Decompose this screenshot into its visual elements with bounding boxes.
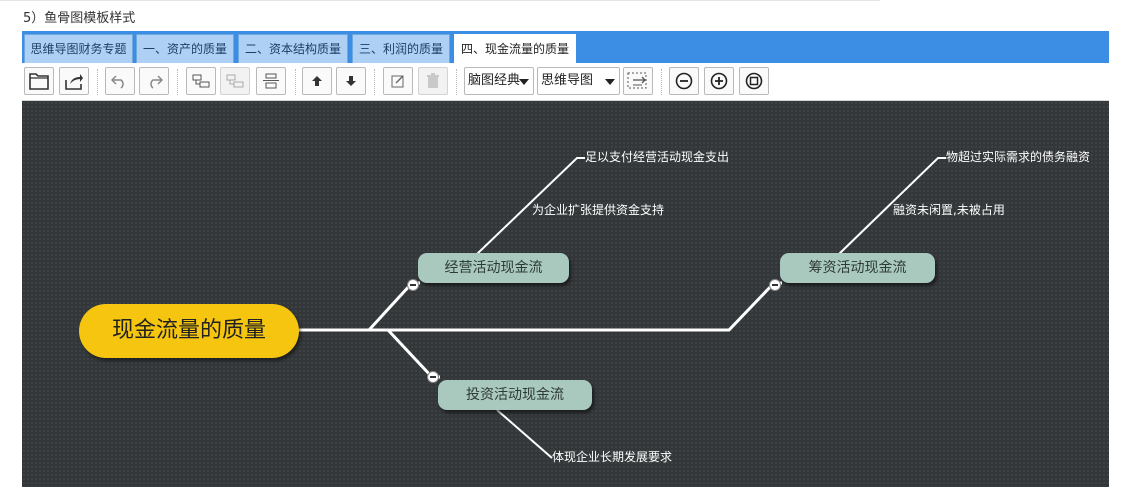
chevron-down-icon <box>605 79 615 85</box>
insert-child-button[interactable] <box>186 67 216 95</box>
tab-capital-structure[interactable]: 二、资本结构质量 <box>238 34 348 63</box>
collapse-operating-toggle[interactable] <box>407 279 419 291</box>
toolbar-separator <box>456 69 457 95</box>
expand-level-button[interactable] <box>623 67 653 95</box>
tab-overview[interactable]: 思维导图财务专题 <box>24 34 133 63</box>
insert-child-icon <box>192 74 210 88</box>
leaf-operating-1[interactable]: 足以支付经营活动现金支出 <box>585 148 729 165</box>
redo-icon <box>150 75 163 89</box>
toolbar: 脑图经典 思维导图 <box>22 63 1109 101</box>
theme-select-value: 脑图经典 <box>468 73 521 88</box>
tab-asset-quality[interactable]: 一、资产的质量 <box>136 34 234 63</box>
zoom-in-icon <box>710 72 728 90</box>
insert-sibling-icon <box>226 74 244 88</box>
branch-financing-cashflow[interactable]: 筹资活动现金流 <box>780 253 935 283</box>
expand-level-icon <box>627 72 647 89</box>
leaf-financing-1[interactable]: 物超过实际需求的债务融资 <box>946 148 1090 165</box>
tab-bar: 思维导图财务专题 一、资产的质量 二、资本结构质量 三、利润的质量 四、现金流量… <box>22 31 1109 63</box>
move-down-icon <box>346 76 356 86</box>
collapse-investing-toggle[interactable] <box>427 371 439 383</box>
insert-parent-button[interactable] <box>256 67 286 95</box>
zoom-out-icon <box>675 72 693 90</box>
zoom-in-button[interactable] <box>704 67 734 95</box>
minus-icon <box>410 284 416 286</box>
mindmap-canvas[interactable]: 现金流量的质量 经营活动现金流 筹资活动现金流 投资活动现金流 足以支付经营活动… <box>22 101 1109 487</box>
zoom-out-button[interactable] <box>669 67 699 95</box>
export-button[interactable] <box>59 67 89 95</box>
undo-button[interactable] <box>105 67 135 95</box>
move-down-button[interactable] <box>336 67 366 95</box>
export-icon <box>65 74 83 90</box>
insert-sibling-button[interactable] <box>220 67 250 95</box>
open-icon <box>29 73 49 90</box>
tab-profit-quality[interactable]: 三、利润的质量 <box>352 34 450 63</box>
toolbar-separator <box>661 69 662 95</box>
theme-select[interactable]: 脑图经典 <box>464 67 534 95</box>
leaf-investing-1[interactable]: 体现企业长期发展要求 <box>552 448 672 465</box>
mindmap-app: 思维导图财务专题 一、资产的质量 二、资本结构质量 三、利润的质量 四、现金流量… <box>22 31 1109 487</box>
delete-icon <box>427 73 439 88</box>
insert-parent-icon <box>263 73 279 89</box>
redo-button[interactable] <box>139 67 169 95</box>
move-up-button[interactable] <box>302 67 332 95</box>
branch-operating-cashflow[interactable]: 经营活动现金流 <box>418 253 569 283</box>
toolbar-separator <box>295 69 296 95</box>
minus-icon <box>772 284 778 286</box>
leaf-operating-2[interactable]: 为企业扩张提供资金支持 <box>532 201 664 218</box>
open-button[interactable] <box>24 67 54 95</box>
connector-investing <box>386 328 440 379</box>
root-topic[interactable]: 现金流量的质量 <box>79 304 299 358</box>
section-caption: 5）鱼骨图模板样式 <box>23 11 136 26</box>
layout-select[interactable]: 思维导图 <box>537 67 620 95</box>
edit-button[interactable] <box>383 67 413 95</box>
toolbar-separator <box>177 69 178 95</box>
toolbar-separator <box>97 69 98 95</box>
chevron-down-icon <box>519 79 529 85</box>
move-up-icon <box>312 76 322 86</box>
layout-select-value: 思维导图 <box>541 73 594 88</box>
leaf-financing-2[interactable]: 融资未闲置,未被占用 <box>893 201 1005 218</box>
branch-investing-cashflow[interactable]: 投资活动现金流 <box>438 380 592 410</box>
undo-icon <box>111 75 124 89</box>
minus-icon <box>430 376 436 378</box>
edit-icon <box>391 75 404 88</box>
top-divider <box>0 0 880 1</box>
toolbar-separator <box>374 69 375 95</box>
fit-view-button[interactable] <box>739 67 769 95</box>
connector-investing-leaf <box>496 409 553 459</box>
fit-view-icon <box>745 72 763 90</box>
delete-button[interactable] <box>418 67 448 95</box>
main-spine <box>299 281 782 332</box>
tab-cashflow-quality[interactable]: 四、现金流量的质量 <box>454 34 576 63</box>
collapse-financing-toggle[interactable] <box>769 279 781 291</box>
